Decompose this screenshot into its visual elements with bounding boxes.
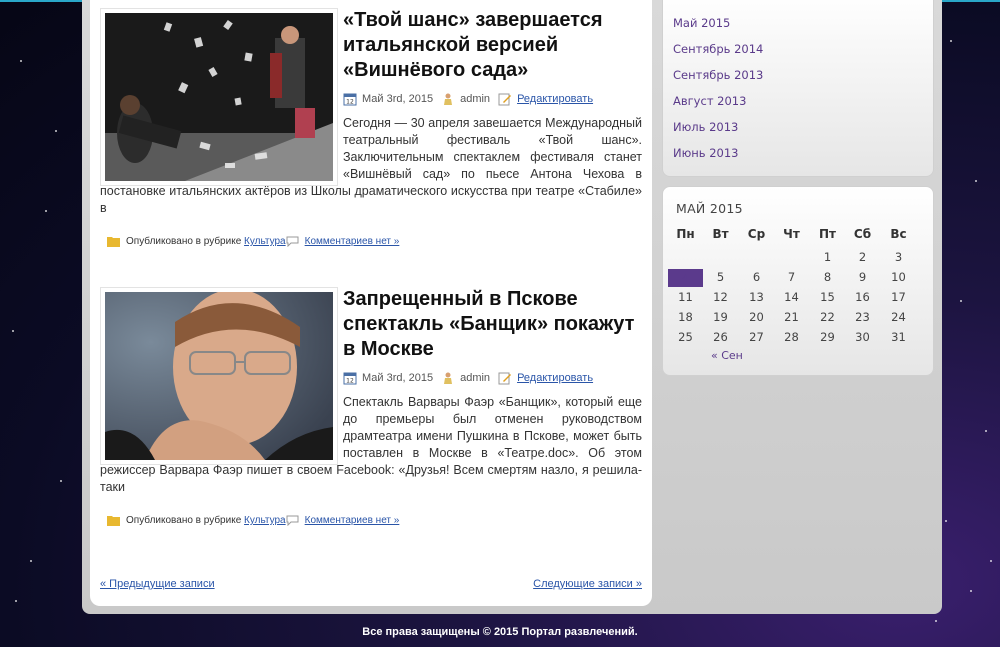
calendar-day: 18	[678, 310, 693, 324]
calendar-title: МАЙ 2015	[676, 201, 743, 216]
comment-icon	[286, 236, 299, 247]
calendar-day: 15	[820, 290, 835, 304]
post-2-comments-link[interactable]: Комментариев нет »	[305, 515, 400, 526]
calendar-day: 16	[855, 290, 870, 304]
star-decoration	[990, 560, 992, 562]
calendar-day: 20	[749, 310, 764, 324]
calendar-day: 10	[891, 270, 906, 284]
calendar-day: 9	[858, 270, 867, 284]
folder-icon	[107, 237, 120, 247]
svg-text:12: 12	[346, 378, 354, 385]
calendar-day: 22	[820, 310, 835, 324]
calendar-weekday: Ср	[747, 227, 766, 241]
archive-link-jun-2013[interactable]: Июнь 2013	[673, 146, 739, 160]
post-2-date: Май 3rd, 2015	[362, 372, 434, 384]
calendar-day: 21	[784, 310, 799, 324]
post-2-excerpt: Спектакль Варвары Фаэр «Банщик», который…	[100, 395, 642, 494]
calendar-day: 25	[678, 330, 693, 344]
calendar-day: 8	[823, 270, 832, 284]
author-icon	[444, 372, 453, 384]
archive-link-aug-2013[interactable]: Август 2013	[673, 94, 746, 108]
star-decoration	[55, 130, 57, 132]
previous-entries-link[interactable]: « Предыдущие записи	[100, 578, 215, 590]
edit-icon	[498, 93, 512, 106]
main-content: «Твой шанс» завершается итальянской верс…	[90, 0, 652, 606]
post-2-edit-link[interactable]: Редактировать	[517, 372, 593, 384]
post-1-excerpt: Сегодня — 30 апреля завешается Междунаро…	[100, 116, 642, 215]
post-1-meta: 12 Май 3rd, 2015 admin Редактировать	[343, 92, 593, 106]
calendar-day: 19	[713, 310, 728, 324]
star-decoration	[20, 60, 22, 62]
archive-link-jul-2013[interactable]: Июль 2013	[673, 120, 738, 134]
author-icon	[444, 93, 453, 105]
calendar-weekday: Вт	[712, 227, 729, 241]
star-decoration	[935, 620, 937, 622]
next-entries-link[interactable]: Следующие записи »	[533, 578, 642, 590]
calendar-day-today: 4	[668, 269, 703, 287]
post-1-footer: Опубликовано в рубрике Культура Коммента…	[107, 236, 399, 247]
comment-icon	[286, 515, 299, 526]
star-decoration	[985, 430, 987, 432]
calendar-day: 6	[752, 270, 761, 284]
calendar-day: 5	[716, 270, 725, 284]
calendar-day: 28	[784, 330, 799, 344]
post-1-title[interactable]: «Твой шанс» завершается итальянской верс…	[343, 8, 642, 83]
post-2-category-link[interactable]: Культура	[244, 515, 286, 526]
calendar-day: 3	[894, 250, 903, 264]
calendar-weekday: Чт	[783, 227, 800, 241]
calendar-weekday: Сб	[853, 227, 872, 241]
star-decoration	[60, 480, 62, 482]
post-1-edit-link[interactable]: Редактировать	[517, 93, 593, 105]
calendar-day: 29	[820, 330, 835, 344]
calendar-day: 24	[891, 310, 906, 324]
edit-icon	[498, 372, 512, 385]
calendar-day: 12	[713, 290, 728, 304]
archive-link-may-2015[interactable]: Май 2015	[673, 16, 730, 30]
calendar-weekday: Пн	[676, 227, 695, 241]
post-1-date: Май 3rd, 2015	[362, 93, 434, 105]
post-2-footer: Опубликовано в рубрике Культура Коммента…	[107, 515, 399, 526]
star-decoration	[15, 600, 17, 602]
post-1-published-in: Опубликовано в рубрике	[126, 236, 242, 247]
post-1-category-link[interactable]: Культура	[244, 236, 286, 247]
footer-copyright: Все права защищены © 2015 Портал развлеч…	[362, 626, 638, 638]
calendar-day: 31	[891, 330, 906, 344]
star-decoration	[45, 210, 47, 212]
post-2-meta: 12 Май 3rd, 2015 admin Редактировать	[343, 371, 593, 385]
post-2-author: admin	[460, 372, 491, 384]
calendar-widget: МАЙ 2015 Пн Вт Ср Чт Пт Сб Вс 1 2 3 4 5 6 7 8 9 10 11 12 13…	[662, 186, 934, 376]
star-decoration	[950, 40, 952, 42]
calendar-prev-month-link[interactable]: « Сен	[711, 349, 743, 362]
star-decoration	[30, 560, 32, 562]
calendar-day: 14	[784, 290, 799, 304]
calendar-day: 13	[749, 290, 764, 304]
post-2-title[interactable]: Запрещенный в Пскове спектакль «Банщик» …	[343, 287, 642, 362]
star-decoration	[970, 590, 972, 592]
archive-link-sep-2014[interactable]: Сентябрь 2014	[673, 42, 763, 56]
star-decoration	[945, 520, 947, 522]
svg-text:12: 12	[346, 99, 354, 106]
calendar-day: 17	[891, 290, 906, 304]
archive-link-sep-2013[interactable]: Сентябрь 2013	[673, 68, 763, 82]
post-2-published-in: Опубликовано в рубрике	[126, 515, 242, 526]
calendar-day: 30	[855, 330, 870, 344]
calendar-icon: 12	[343, 372, 357, 385]
post-1-author: admin	[460, 93, 491, 105]
calendar-day: 27	[749, 330, 764, 344]
calendar-day: 1	[823, 250, 832, 264]
archive-widget: Май 2015 Сентябрь 2014 Сентябрь 2013 Авг…	[662, 0, 934, 177]
post-1-comments-link[interactable]: Комментариев нет »	[305, 236, 400, 247]
calendar-day: 11	[678, 290, 693, 304]
calendar-day: 23	[855, 310, 870, 324]
calendar-day: 2	[858, 250, 867, 264]
star-decoration	[975, 180, 977, 182]
calendar-day: 26	[713, 330, 728, 344]
calendar-day: 7	[787, 270, 796, 284]
calendar-weekday: Пт	[819, 227, 836, 241]
star-decoration	[12, 330, 14, 332]
calendar-weekday: Вс	[890, 227, 907, 241]
folder-icon	[107, 516, 120, 526]
star-decoration	[960, 300, 962, 302]
calendar-icon: 12	[343, 93, 357, 106]
